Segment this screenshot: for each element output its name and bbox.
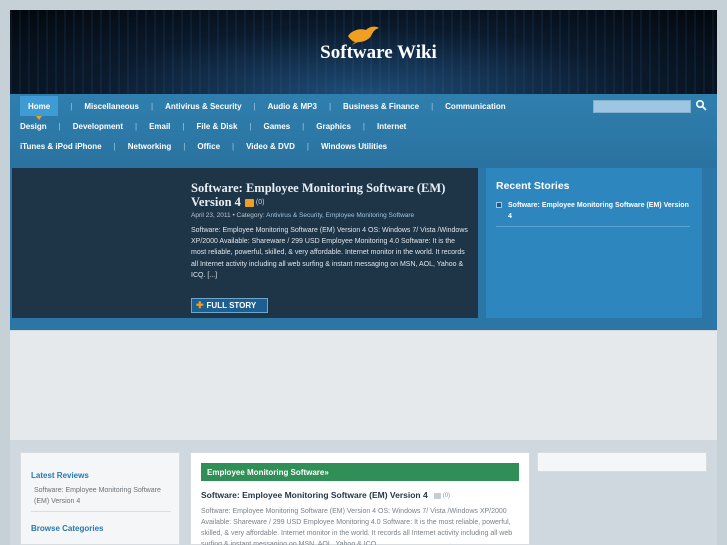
right-sidebar — [537, 452, 707, 472]
featured-category-label: • Category: — [232, 212, 265, 219]
nav-item-video-dvd[interactable]: Video & DVD — [246, 136, 295, 156]
nav-separator: | — [232, 141, 235, 151]
nav-item-label: Video & DVD — [246, 141, 295, 151]
nav-row-1: Home | Miscellaneous | Antivirus & Security |… — [20, 96, 506, 120]
nav-item-design[interactable]: Design — [20, 116, 47, 136]
square-bullet-icon — [496, 202, 502, 208]
nav-item-label: Internet — [377, 121, 407, 131]
site-header: Software Wiki — [10, 10, 717, 94]
nav-item-office[interactable]: Office — [197, 136, 220, 156]
featured-story: Software: Employee Monitoring Software (… — [12, 168, 478, 318]
recent-story-link[interactable]: Software: Employee Monitoring Software (… — [508, 200, 690, 222]
full-story-button[interactable]: ✚ FULL STORY — [191, 298, 268, 313]
comment-icon — [244, 199, 254, 208]
nav-item-label: iTunes & iPod iPhone — [20, 141, 102, 151]
featured-categories[interactable]: Antivirus & Security, Employee Monitorin… — [266, 212, 414, 219]
divider — [31, 511, 171, 512]
nav-item-label: Antivirus & Security — [165, 101, 242, 111]
main-content: Employee Monitoring Software» Software: … — [190, 452, 530, 545]
nav-separator: | — [249, 121, 252, 131]
nav-item-business-finance[interactable]: Business & Finance — [343, 96, 419, 116]
post-comment-count[interactable]: (0) — [443, 493, 450, 499]
nav-separator: | — [362, 121, 365, 131]
nav-item-development[interactable]: Development — [73, 116, 123, 136]
nav-item-label: Email — [149, 121, 171, 131]
nav-item-label: File & Disk — [196, 121, 238, 131]
nav-separator: | — [253, 101, 256, 111]
featured-meta: April 23, 2011 • Category: Antivirus & S… — [191, 212, 414, 219]
recent-stories-panel: Recent Stories Software: Employee Monito… — [486, 168, 702, 318]
nav-item-label: Windows Utilities — [320, 141, 388, 151]
nav-item-graphics[interactable]: Graphics — [316, 116, 351, 136]
nav-item-miscellaneous[interactable]: Miscellaneous — [84, 96, 139, 116]
nav-item-label: Audio & MP3 — [267, 101, 317, 111]
post-excerpt: Software: Employee Monitoring Software (… — [201, 508, 513, 545]
nav-item-email[interactable]: Email — [149, 116, 170, 136]
nav-separator: | — [58, 121, 61, 131]
nav-row-2: Design | Development | Email | File & Disk | Gam… — [20, 116, 406, 136]
nav-separator: | — [151, 101, 154, 111]
recent-story-item[interactable]: Software: Employee Monitoring Software (… — [496, 200, 690, 222]
nav-item-label: Home — [28, 101, 51, 111]
main-navigation: Home | Miscellaneous | Antivirus & Security |… — [10, 94, 717, 168]
nav-separator: | — [70, 101, 73, 111]
featured-date: April 23, 2011 — [191, 212, 231, 219]
category-bar[interactable]: Employee Monitoring Software» — [201, 463, 519, 481]
nav-item-games[interactable]: Games — [263, 116, 290, 136]
site-title[interactable]: Software Wiki — [10, 42, 717, 64]
full-story-label: FULL STORY — [206, 301, 257, 310]
left-sidebar: Latest Reviews Software: Employee Monito… — [20, 452, 180, 545]
nav-item-home[interactable]: Home — [20, 96, 59, 120]
browse-categories-heading: Browse Categories — [31, 524, 104, 533]
nav-item-label: Development — [72, 121, 123, 131]
nav-row-3: iTunes & iPod iPhone | Networking | Office | V… — [20, 136, 387, 156]
plus-icon: ✚ — [196, 300, 204, 310]
nav-item-label: Communication — [445, 101, 506, 111]
nav-item-label: Design — [20, 121, 47, 131]
nav-item-label: Business & Finance — [343, 101, 420, 111]
nav-separator: | — [328, 101, 332, 111]
featured-excerpt: Software: Employee Monitoring Software (… — [191, 227, 468, 279]
nav-item-windows-utilities[interactable]: Windows Utilities — [321, 136, 387, 156]
latest-review-link[interactable]: Software: Employee Monitoring Software (… — [34, 485, 174, 507]
nav-item-internet[interactable]: Internet — [377, 116, 406, 136]
nav-separator: | — [183, 141, 186, 151]
nav-item-networking[interactable]: Networking — [128, 136, 172, 156]
nav-item-itunes-ipod-iphone[interactable]: iTunes & iPod iPhone — [20, 136, 102, 156]
featured-section: Software: Employee Monitoring Software (… — [10, 168, 717, 330]
nav-separator: | — [113, 141, 116, 151]
nav-item-label: Office — [197, 141, 221, 151]
search-icon[interactable] — [695, 99, 707, 111]
nav-item-label: Networking — [127, 141, 172, 151]
nav-separator: | — [134, 121, 138, 131]
nav-item-file-disk[interactable]: File & Disk — [196, 116, 237, 136]
nav-item-label: Games — [263, 121, 291, 131]
divider — [496, 226, 690, 227]
nav-separator: | — [182, 121, 185, 131]
nav-separator: | — [431, 101, 434, 111]
content-spacer — [10, 330, 717, 440]
latest-reviews-heading: Latest Reviews — [31, 471, 89, 480]
recent-stories-heading: Recent Stories — [496, 180, 570, 192]
nav-separator: | — [306, 141, 309, 151]
page-frame: Software Wiki Home | Miscellaneous | Antivir… — [0, 0, 727, 545]
featured-title-text[interactable]: Software: Employee Monitoring Software (… — [191, 181, 445, 209]
bottom-section: Latest Reviews Software: Employee Monito… — [10, 440, 717, 545]
search-input[interactable] — [593, 100, 691, 113]
nav-item-label: Miscellaneous — [84, 101, 139, 111]
post-title-text[interactable]: Software: Employee Monitoring Software (… — [201, 490, 428, 500]
nav-separator: | — [302, 121, 305, 131]
nav-item-communication[interactable]: Communication — [445, 96, 505, 116]
nav-item-antivirus-security[interactable]: Antivirus & Security — [165, 96, 241, 116]
comment-icon — [433, 492, 441, 499]
page-wrapper: Software Wiki Home | Miscellaneous | Antivir… — [10, 10, 717, 545]
comment-count[interactable]: (0) — [256, 199, 265, 206]
post-title[interactable]: Software: Employee Monitoring Software (… — [201, 490, 450, 500]
nav-item-audio-mp3[interactable]: Audio & MP3 — [268, 96, 317, 116]
featured-title[interactable]: Software: Employee Monitoring Software (… — [191, 181, 471, 210]
nav-item-label: Graphics — [316, 121, 351, 131]
